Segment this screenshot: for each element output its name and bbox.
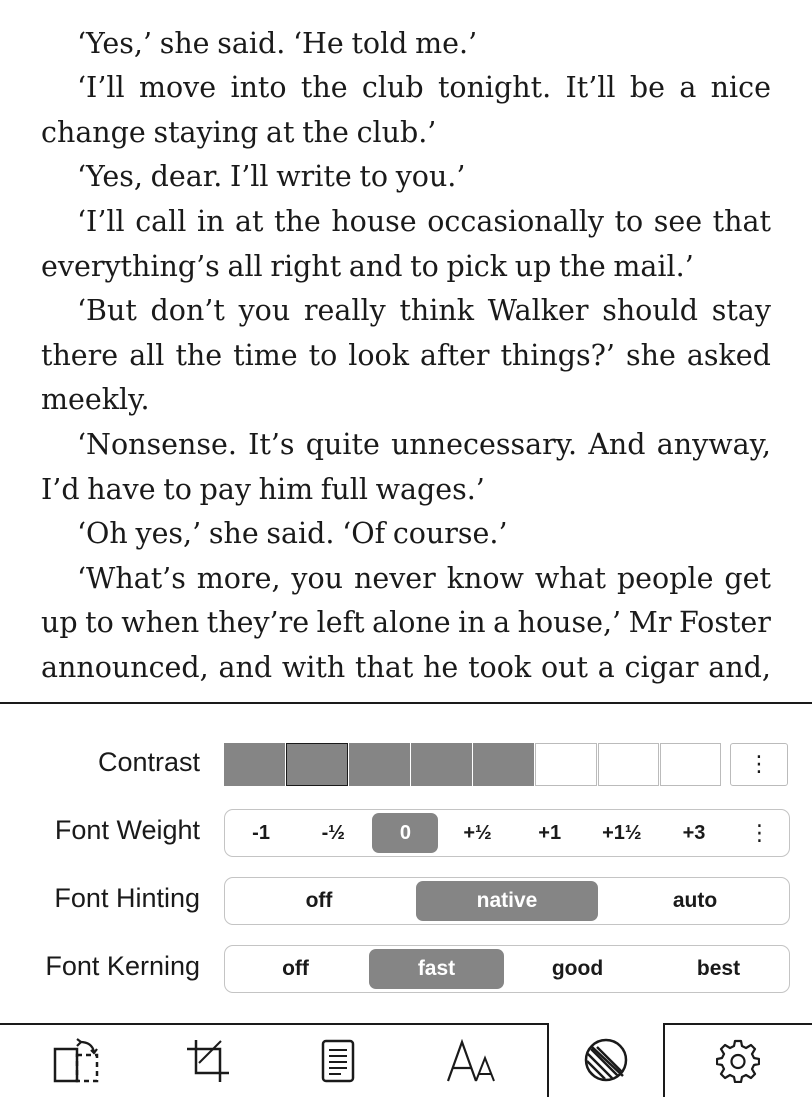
contrast-more-button[interactable]: ⋮ bbox=[730, 743, 788, 786]
font-weight-label: Font Weight bbox=[54, 815, 200, 845]
font-weight-selector: -1 -½ 0 +½ +1 +1½ +3 ⋮ bbox=[224, 809, 790, 857]
page-orientation-icon bbox=[53, 1038, 99, 1083]
font-hinting-option[interactable]: auto bbox=[604, 881, 786, 921]
font-kerning-selector: off fast good best bbox=[224, 945, 790, 993]
text-line: up to when they’re left alone in a house,’ Mr Fost… bbox=[41, 606, 771, 640]
contrast-cell[interactable] bbox=[535, 743, 597, 786]
contrast-cell[interactable] bbox=[597, 743, 659, 786]
font-weight-option[interactable]: -1 bbox=[228, 813, 294, 853]
text-line: ‘I’ll call in at the house occasionally to see th… bbox=[77, 204, 771, 238]
font-weight-option[interactable]: -½ bbox=[300, 813, 366, 853]
text-line: ‘Oh yes,’ she said. ‘Of course.’ bbox=[77, 517, 508, 551]
reader-page[interactable]: ‘Yes,’ she said. ‘He told me.’ ‘I’ll move into th… bbox=[0, 0, 812, 703]
document-icon bbox=[321, 1039, 355, 1083]
contrast-icon bbox=[584, 1038, 628, 1082]
text-line: ‘Yes, dear. I’ll write to you.’ bbox=[77, 160, 466, 194]
settings-button[interactable] bbox=[690, 1025, 786, 1097]
font-weight-option[interactable]: 0 bbox=[372, 813, 439, 853]
font-weight-option[interactable]: +3 bbox=[661, 813, 727, 853]
contrast-cell[interactable] bbox=[473, 743, 535, 786]
font-hinting-selector: off native auto bbox=[224, 877, 790, 925]
font-weight-more-button[interactable]: ⋮ bbox=[733, 813, 786, 853]
text-line: ‘Yes,’ she said. ‘He told me.’ bbox=[77, 26, 478, 60]
document-button[interactable] bbox=[290, 1025, 386, 1097]
contrast-label: Contrast bbox=[97, 747, 200, 777]
font-kerning-option[interactable]: good bbox=[510, 949, 645, 989]
contrast-cell[interactable] bbox=[410, 743, 472, 786]
font-hinting-option[interactable]: off bbox=[228, 881, 410, 921]
font-kerning-option[interactable]: fast bbox=[369, 949, 504, 989]
font-weight-option[interactable]: +½ bbox=[444, 813, 510, 853]
font-hinting-option[interactable]: native bbox=[416, 881, 598, 921]
contrast-cell[interactable] bbox=[286, 743, 348, 786]
font-hinting-label: Font Hinting bbox=[54, 883, 200, 913]
gear-icon bbox=[716, 1039, 760, 1083]
text-line: ‘I’ll move into the club tonight. It’ll be a nice bbox=[77, 71, 771, 105]
contrast-cell[interactable] bbox=[659, 743, 721, 786]
font-weight-option[interactable]: +1 bbox=[517, 813, 583, 853]
crop-icon bbox=[187, 1040, 229, 1082]
font-weight-option[interactable]: +1½ bbox=[589, 813, 655, 853]
text-line: ‘Nonsense. It’s quite unnecessary. And anyway… bbox=[77, 427, 771, 461]
font-size-icon bbox=[446, 1039, 495, 1082]
text-line: everything’s all right and to pick up the mail.’ bbox=[41, 249, 694, 283]
contrast-cell[interactable] bbox=[224, 743, 286, 786]
font-kerning-label: Font Kerning bbox=[45, 951, 200, 981]
text-line: meekly. bbox=[41, 383, 150, 417]
font-size-button[interactable] bbox=[424, 1025, 520, 1097]
text-line: announced, and with that he took out a cigar and, bbox=[41, 650, 771, 684]
contrast-slider[interactable] bbox=[224, 743, 722, 788]
text-line: ‘But don’t you really think Walker should stay bbox=[77, 294, 771, 328]
contrast-cell[interactable] bbox=[348, 743, 410, 786]
contrast-tab-button[interactable] bbox=[547, 1023, 665, 1097]
text-line: there all the time to look after things?’ she ask… bbox=[41, 338, 771, 372]
text-line: I’d have to pay him full wages.’ bbox=[41, 472, 485, 506]
font-kerning-option[interactable]: off bbox=[228, 949, 363, 989]
text-line: ‘What’s more, you never know what people get bbox=[77, 561, 771, 595]
crop-button[interactable] bbox=[160, 1025, 256, 1097]
page-orientation-button[interactable] bbox=[28, 1025, 124, 1097]
text-line: change staying at the club.’ bbox=[41, 115, 437, 149]
font-kerning-option[interactable]: best bbox=[651, 949, 786, 989]
bottom-toolbar bbox=[0, 1023, 812, 1097]
